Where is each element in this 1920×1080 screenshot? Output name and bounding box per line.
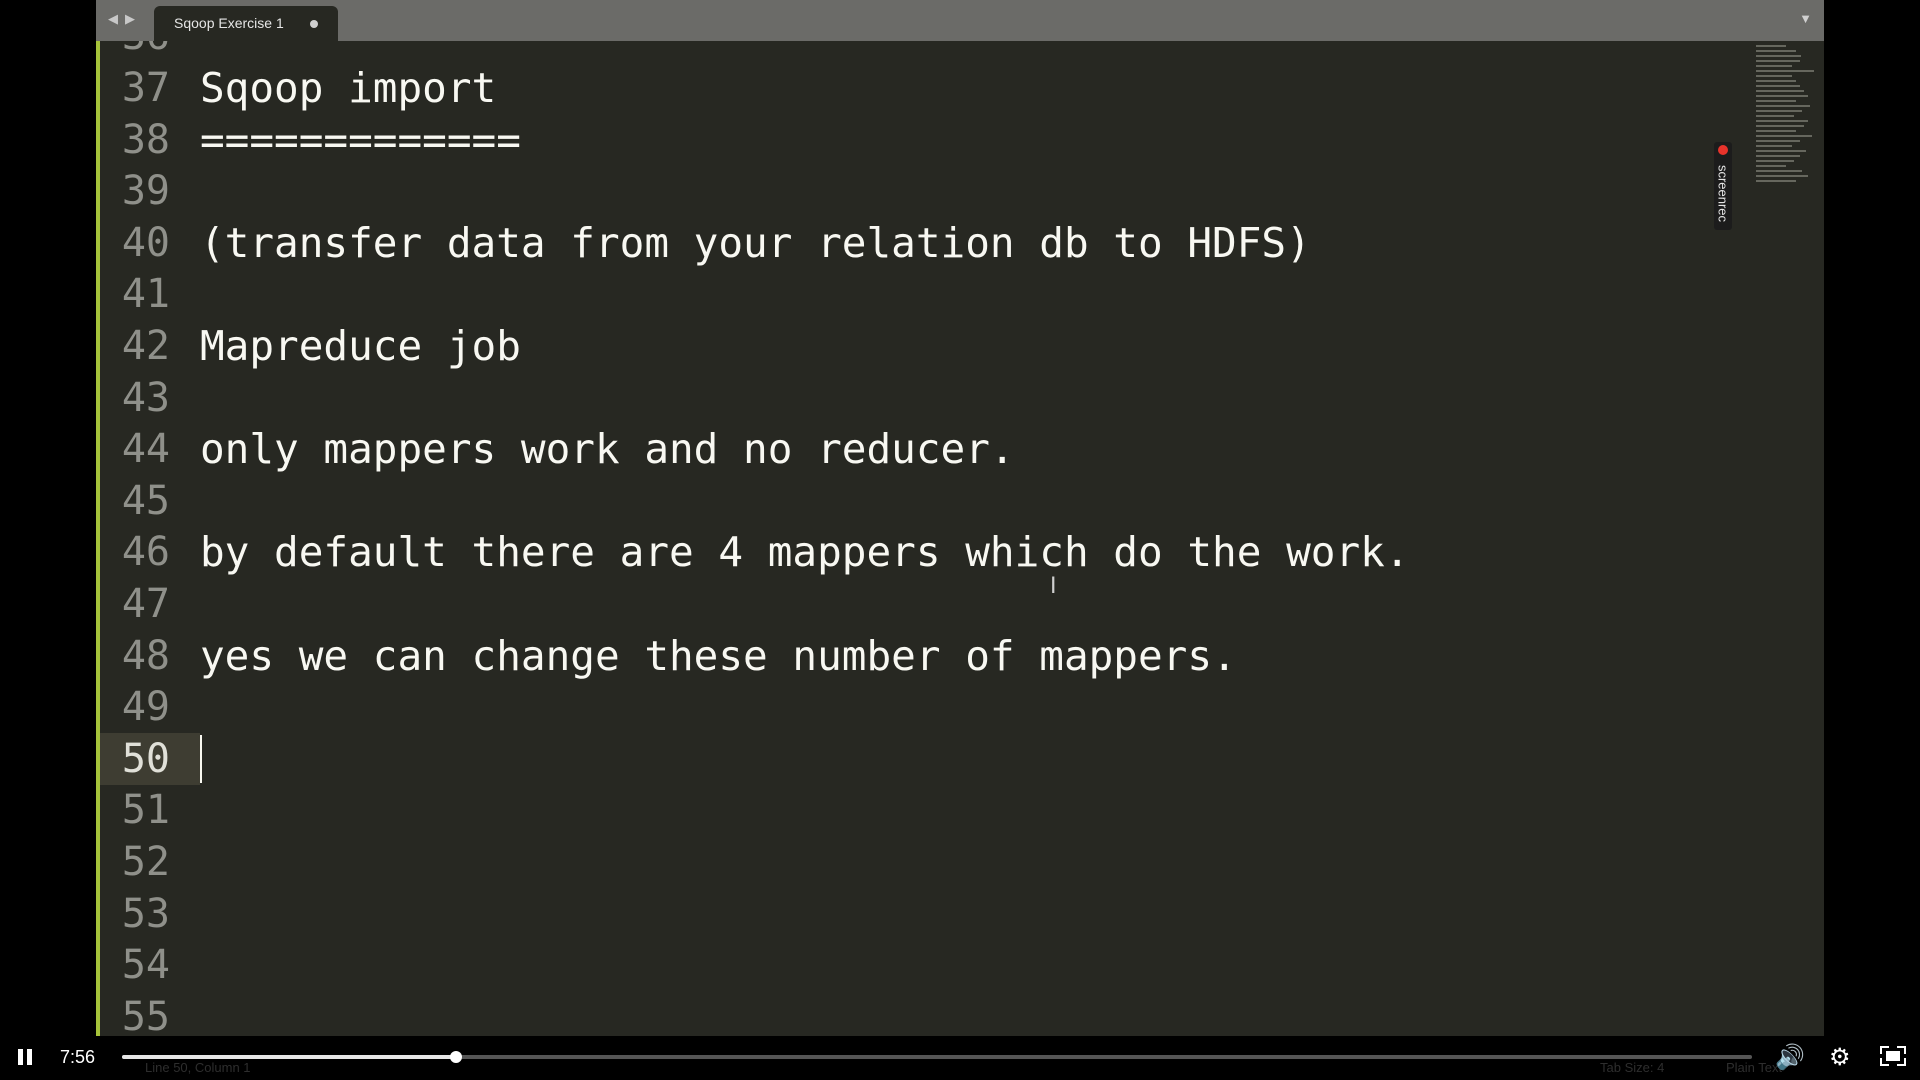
line-number: 49 [121, 684, 170, 731]
progress-fill [122, 1055, 457, 1059]
line-number: 43 [121, 374, 170, 421]
minimap-line [1756, 140, 1800, 142]
settings-gear-icon[interactable]: ⚙ [1829, 1043, 1851, 1071]
pause-button[interactable] [14, 1046, 36, 1068]
minimap[interactable] [1744, 41, 1824, 201]
minimap-line [1756, 155, 1800, 157]
forward-arrow-icon[interactable]: ▶ [125, 11, 135, 27]
progress-bar[interactable] [122, 1051, 1752, 1063]
code-line[interactable]: only mappers work and no reducer. [200, 423, 1015, 475]
line-number: 45 [121, 477, 170, 524]
minimap-line [1756, 45, 1786, 47]
minimap-line [1756, 160, 1794, 162]
code-line[interactable]: Sqoop import [200, 62, 496, 114]
record-dot-icon [1718, 145, 1728, 155]
code-line[interactable]: yes we can change these number of mapper… [200, 630, 1237, 682]
minimap-line [1756, 60, 1800, 62]
minimap-line [1756, 65, 1792, 67]
line-number: 41 [121, 271, 170, 318]
unsaved-dot-icon[interactable] [310, 20, 318, 28]
line-number: 39 [121, 168, 170, 215]
tab-title: Sqoop Exercise 1 [174, 15, 284, 31]
line-number: 47 [121, 581, 170, 627]
tab-sqoop-exercise-1[interactable]: Sqoop Exercise 1 [154, 6, 338, 41]
progress-knob[interactable] [450, 1051, 463, 1063]
current-time: 7:56 [60, 1047, 96, 1067]
minimap-line [1756, 120, 1808, 122]
pause-icon-bar [27, 1049, 32, 1065]
code-line[interactable]: ============= [200, 114, 521, 166]
minimap-line [1756, 75, 1792, 77]
minimap-line [1756, 110, 1802, 112]
line-number: 52 [121, 839, 170, 885]
minimap-line [1756, 125, 1804, 127]
volume-icon[interactable]: 🔊 [1775, 1043, 1805, 1071]
video-player-controls: 7:56 🔊 ⚙ [0, 1034, 1920, 1080]
line-number: 46 [121, 529, 170, 576]
line-number: 48 [121, 632, 170, 679]
minimap-line [1756, 80, 1796, 82]
line-number: 54 [121, 942, 170, 989]
line-number: 42 [121, 323, 170, 369]
minimap-line [1756, 130, 1796, 132]
line-number: 51 [121, 787, 170, 834]
minimap-line [1756, 50, 1796, 52]
line-number: 38 [121, 116, 170, 163]
pause-icon [18, 1049, 23, 1065]
minimap-line [1756, 90, 1804, 92]
minimap-line [1756, 55, 1801, 57]
minimap-line [1756, 115, 1794, 117]
minimap-line [1756, 135, 1812, 137]
editor-window: 3637383940414243444546474849505152535455… [96, 0, 1824, 1036]
code-line[interactable]: Mapreduce job [200, 320, 521, 372]
screenrec-badge[interactable]: screenrec [1714, 142, 1732, 230]
back-arrow-icon[interactable]: ◀ [108, 11, 118, 27]
code-line[interactable]: (transfer data from your relation db to … [200, 217, 1311, 269]
code-line[interactable]: by default there are 4 mappers which do … [200, 526, 1410, 578]
minimap-line [1756, 150, 1806, 152]
minimap-line [1756, 105, 1810, 107]
ibeam-cursor-icon: I [1050, 574, 1057, 599]
minimap-line [1756, 70, 1814, 72]
line-number: 44 [121, 426, 170, 473]
tab-bar: ◀ ▶ Sqoop Exercise 1 ▼ [96, 0, 1824, 41]
minimap-line [1756, 175, 1808, 177]
screenrec-label: screenrec [1715, 164, 1731, 223]
minimap-line [1756, 170, 1802, 172]
line-number: 37 [121, 65, 170, 111]
line-number: 40 [121, 219, 170, 266]
line-number: 50 [121, 735, 170, 782]
minimap-line [1756, 85, 1800, 87]
line-number: 55 [121, 993, 170, 1036]
minimap-line [1756, 95, 1808, 97]
tab-list-dropdown-icon[interactable]: ▼ [1799, 11, 1812, 26]
minimap-line [1756, 165, 1786, 167]
text-caret [200, 734, 202, 783]
minimap-line [1756, 145, 1792, 147]
line-number: 53 [121, 890, 170, 937]
minimap-line [1756, 100, 1796, 102]
minimap-line [1756, 180, 1796, 182]
fullscreen-icon[interactable] [1880, 1046, 1906, 1066]
